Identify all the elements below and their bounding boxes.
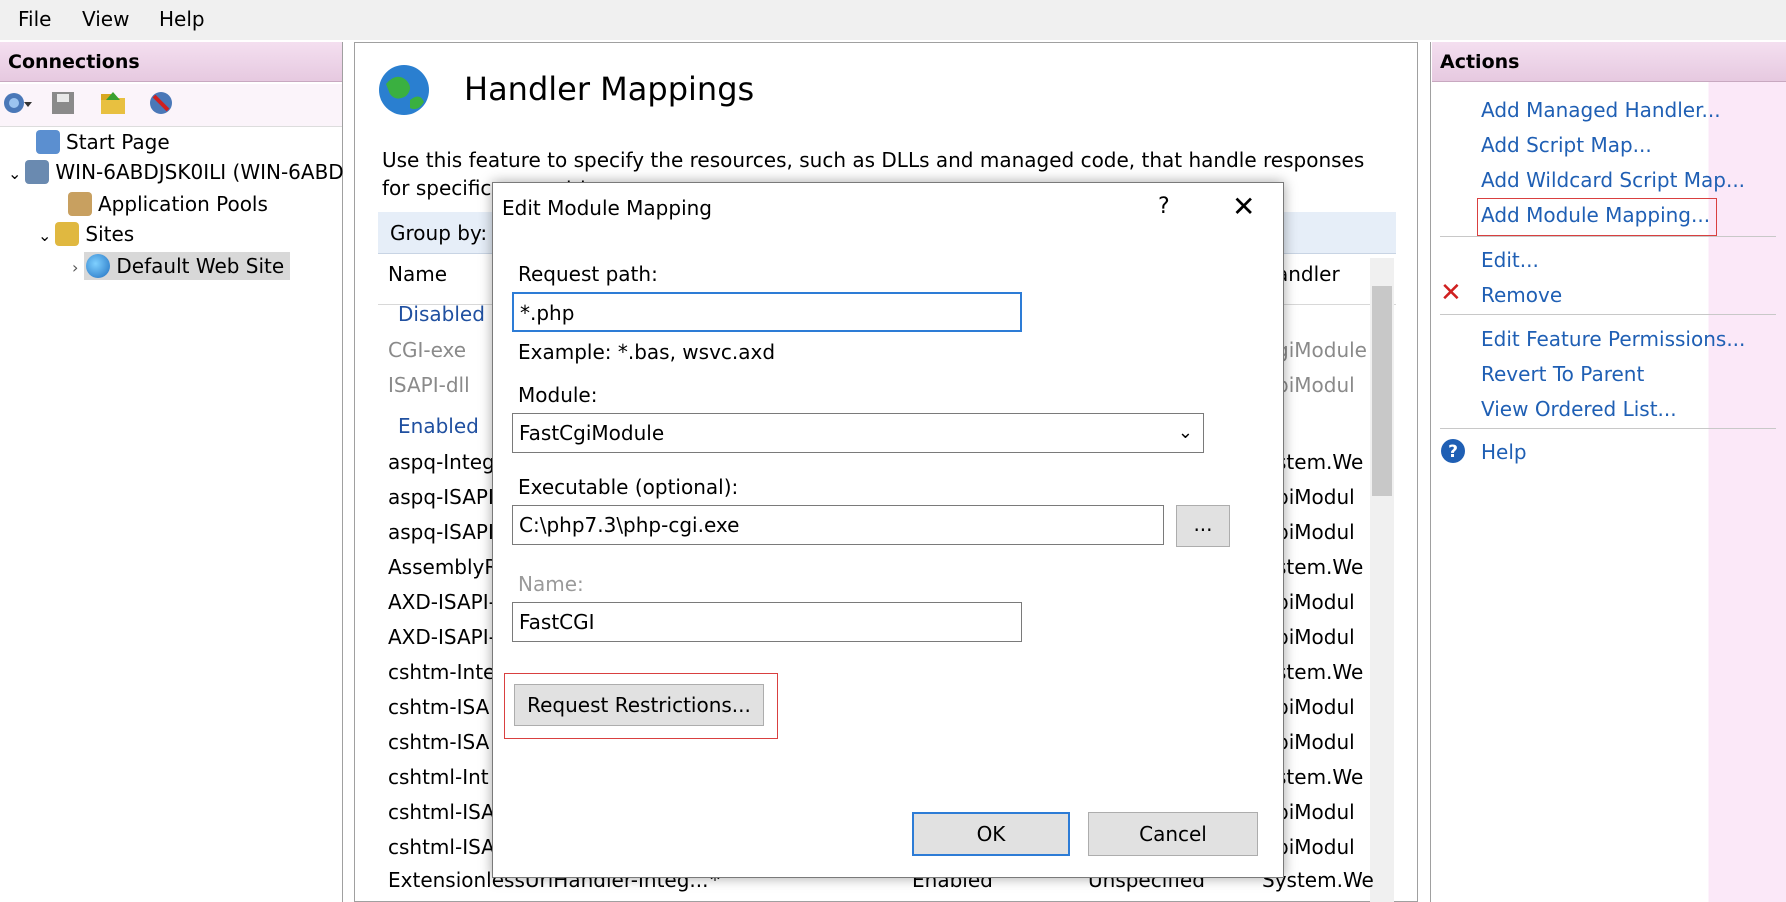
- table-row-handler: stem.We: [1276, 765, 1364, 789]
- table-row-name[interactable]: aspq-ISAPI: [388, 520, 494, 544]
- chevron-down-icon[interactable]: ⌄: [38, 226, 51, 245]
- tree-app-pools[interactable]: Application Pools: [68, 192, 268, 216]
- remove-link[interactable]: Remove: [1481, 283, 1562, 307]
- table-row-name[interactable]: cshtm-ISA: [388, 730, 489, 754]
- table-row-handler: stem.We: [1276, 450, 1364, 474]
- dialog-title: Edit Module Mapping: [502, 196, 712, 220]
- globe-icon: [379, 65, 429, 115]
- table-row-name[interactable]: cshtml-ISA: [388, 835, 495, 859]
- tree-start-page[interactable]: Start Page: [36, 130, 170, 154]
- scrollbar-thumb[interactable]: [1372, 286, 1392, 496]
- connections-toolbar: [0, 84, 342, 127]
- revert-to-parent-link[interactable]: Revert To Parent: [1481, 362, 1644, 386]
- table-row-handler: giModule: [1276, 338, 1367, 362]
- name-label: Name:: [518, 572, 584, 596]
- table-row-handler: stem.We: [1276, 660, 1364, 684]
- ok-button[interactable]: OK: [912, 812, 1070, 856]
- table-row-handler: piModul: [1276, 695, 1355, 719]
- name-input[interactable]: FastCGI: [512, 602, 1022, 642]
- up-folder-icon[interactable]: [98, 88, 128, 118]
- menu-file[interactable]: File: [18, 7, 51, 31]
- table-row-name[interactable]: cshtml-Int: [388, 765, 489, 789]
- table-row-name[interactable]: AssemblyR: [388, 555, 498, 579]
- chevron-down-icon: ⌄: [1177, 422, 1193, 443]
- dialog-help-button[interactable]: ?: [1158, 194, 1170, 219]
- menu-help[interactable]: Help: [159, 7, 205, 31]
- request-path-example: Example: *.bas, wsvc.axd: [518, 340, 776, 364]
- table-row-name[interactable]: AXD-ISAPI-: [388, 625, 496, 649]
- view-ordered-list-link[interactable]: View Ordered List...: [1481, 397, 1677, 421]
- help-icon: ?: [1441, 439, 1465, 463]
- actions-divider: [1440, 428, 1776, 429]
- edit-feature-permissions-link[interactable]: Edit Feature Permissions...: [1481, 327, 1745, 351]
- table-row-handler: piModul: [1276, 800, 1355, 824]
- highlight-box: [1477, 198, 1717, 236]
- chevron-down-icon[interactable]: ⌄: [8, 164, 21, 183]
- table-row-handler: piModul: [1276, 485, 1355, 509]
- table-row-handler: piModul: [1276, 835, 1355, 859]
- app-pools-icon: [68, 192, 92, 216]
- connections-header: Connections: [0, 42, 342, 82]
- sites-folder-icon: [55, 222, 80, 246]
- table-row-name[interactable]: cshtm-Inte: [388, 660, 495, 684]
- svg-text:?: ?: [1448, 442, 1458, 462]
- browse-button[interactable]: ...: [1176, 505, 1230, 547]
- table-row-handler: piModul: [1276, 625, 1355, 649]
- executable-label: Executable (optional):: [518, 475, 739, 499]
- disconnect-icon[interactable]: [146, 88, 176, 118]
- table-row-name[interactable]: ISAPI-dll: [388, 373, 470, 397]
- table-row-handler: piModul: [1276, 590, 1355, 614]
- add-wildcard-script-map-link[interactable]: Add Wildcard Script Map...: [1481, 168, 1745, 192]
- module-select[interactable]: FastCgiModule ⌄: [512, 413, 1204, 453]
- table-row-name[interactable]: cshtm-ISA: [388, 695, 489, 719]
- highlight-box: [504, 673, 778, 739]
- request-path-label: Request path:: [518, 262, 658, 286]
- group-enabled[interactable]: Enabled: [398, 414, 479, 438]
- add-managed-handler-link[interactable]: Add Managed Handler...: [1481, 98, 1721, 122]
- page-title: Handler Mappings: [464, 70, 755, 108]
- table-row-name[interactable]: AXD-ISAPI-: [388, 590, 496, 614]
- menu-bar: File View Help: [0, 0, 1786, 40]
- tree-default-web-site[interactable]: › Default Web Site: [72, 252, 291, 280]
- actions-divider: [1440, 314, 1776, 315]
- request-path-input[interactable]: *.php: [512, 292, 1022, 332]
- globe-icon: [86, 254, 111, 278]
- tree-server[interactable]: ⌄ WIN-6ABDJSK0ILI (WIN-6ABD: [8, 160, 344, 184]
- server-icon: [25, 160, 50, 184]
- start-page-icon: [36, 130, 60, 154]
- table-row-name[interactable]: CGI-exe: [388, 338, 466, 362]
- table-row-handler: piModul: [1276, 520, 1355, 544]
- column-name[interactable]: Name: [388, 262, 447, 286]
- dialog-close-button[interactable]: ✕: [1232, 190, 1255, 223]
- menu-view[interactable]: View: [82, 7, 129, 31]
- group-disabled[interactable]: Disabled: [398, 302, 485, 326]
- chevron-right-icon[interactable]: ›: [72, 258, 78, 277]
- table-row-name[interactable]: aspq-Integ: [388, 450, 495, 474]
- actions-header: Actions: [1432, 42, 1786, 82]
- module-label: Module:: [518, 383, 598, 407]
- add-script-map-link[interactable]: Add Script Map...: [1481, 133, 1652, 157]
- table-row-handler: stem.We: [1276, 555, 1364, 579]
- table-row-name[interactable]: aspq-ISAPI: [388, 485, 494, 509]
- remove-icon: ✕: [1440, 278, 1462, 308]
- table-row-name[interactable]: cshtml-ISA: [388, 800, 495, 824]
- help-link[interactable]: Help: [1481, 440, 1527, 464]
- column-handler[interactable]: andler: [1276, 262, 1340, 286]
- executable-input[interactable]: C:\php7.3\php-cgi.exe: [512, 505, 1164, 545]
- tree-sites[interactable]: ⌄ Sites: [38, 222, 134, 246]
- edit-link[interactable]: Edit...: [1481, 248, 1539, 272]
- table-row-handler: piModul: [1276, 373, 1355, 397]
- save-icon[interactable]: [48, 88, 78, 118]
- table-row-handler: piModul: [1276, 730, 1355, 754]
- cancel-button[interactable]: Cancel: [1088, 812, 1258, 856]
- actions-divider: [1440, 236, 1776, 237]
- connect-icon[interactable]: [2, 88, 32, 118]
